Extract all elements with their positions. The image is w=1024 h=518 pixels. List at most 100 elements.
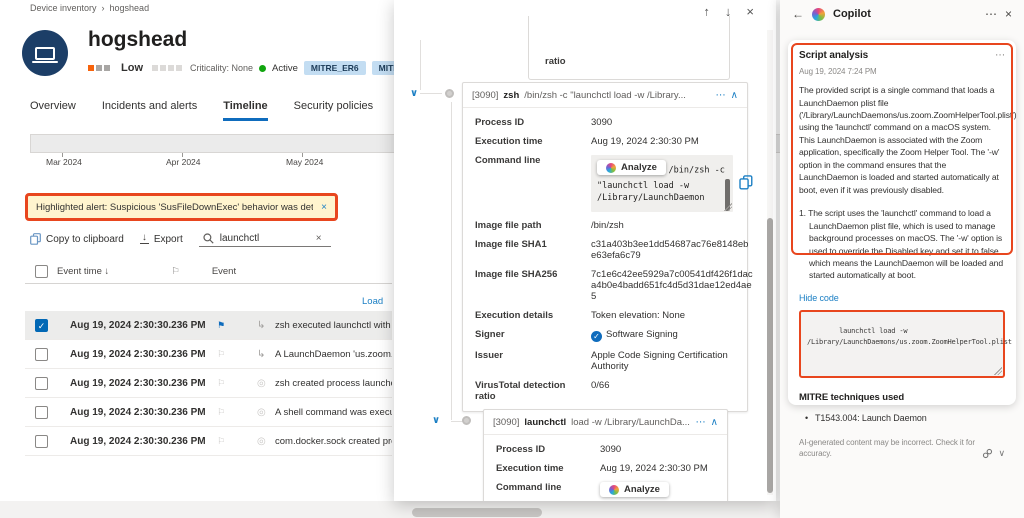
flag-outline-icon[interactable]: ⚐: [217, 378, 257, 389]
risk-label: Low: [121, 62, 143, 74]
field-label: Command line: [496, 482, 562, 493]
search-icon: [203, 233, 214, 244]
process-card-launchctl: [3090] launchctl load -w /Library/Launch…: [483, 409, 728, 501]
more-actions-icon[interactable]: ⋯: [716, 90, 726, 101]
export-button[interactable]: ↓ Export: [139, 231, 183, 245]
search-clear-icon[interactable]: ×: [316, 233, 322, 244]
event-header[interactable]: Event: [212, 266, 236, 277]
risk-square: [104, 65, 110, 71]
partial-field-label: ratio: [545, 56, 566, 67]
flag-outline-icon[interactable]: ⚐: [217, 349, 257, 360]
analyze-button[interactable]: Analyze: [600, 482, 669, 497]
link-icon[interactable]: [982, 448, 993, 459]
copilot-logo-icon: [606, 162, 616, 173]
axis-label-may: May 2024: [286, 157, 324, 167]
load-link[interactable]: Load: [362, 296, 383, 307]
row-checkbox[interactable]: [35, 376, 48, 390]
copilot-header: ← Copilot ⋯ ×: [780, 0, 1024, 28]
table-row[interactable]: ✓ Aug 19, 2024 2:30:30.236 PM ⚑ ↳ zsh ex…: [25, 311, 392, 340]
resize-grip-icon[interactable]: [724, 203, 732, 212]
tag-mitre-er6[interactable]: MITRE_ER6: [303, 61, 366, 75]
collapse-card-icon[interactable]: ∧: [731, 90, 738, 101]
timeline-toolbar: Copy to clipboard ↓ Export ×: [30, 231, 331, 247]
copilot-close-icon[interactable]: ×: [1005, 7, 1012, 21]
analyzed-code-block[interactable]: launchctl load -w /Library/LaunchDaemons…: [799, 309, 1012, 379]
breadcrumb-parent[interactable]: Device inventory: [30, 3, 97, 13]
field-label: Execution details: [475, 310, 554, 322]
copilot-logo-icon: [609, 484, 619, 495]
tab-security-policies[interactable]: Security policies: [294, 100, 373, 121]
event-time-header[interactable]: Event time ↓: [57, 266, 109, 277]
table-row[interactable]: Aug 19, 2024 2:30:30.236 PM ⚐ ↳ A Launch…: [25, 340, 392, 369]
field-label: Execution time: [475, 136, 543, 147]
tab-bar: Overview Incidents and alerts Timeline S…: [30, 100, 452, 121]
row-checkbox[interactable]: [35, 434, 48, 448]
flag-outline-icon[interactable]: ⚐: [217, 407, 257, 418]
script-analysis-title: Script analysis: [799, 50, 869, 61]
table-row[interactable]: Aug 19, 2024 2:30:30.236 PM ⚐ ◎ com.dock…: [25, 427, 392, 456]
tab-overview[interactable]: Overview: [30, 100, 76, 121]
alert-close-icon[interactable]: ×: [321, 202, 327, 213]
risk-meter-empty: [152, 63, 184, 73]
copilot-more-icon[interactable]: ⋯: [985, 7, 997, 21]
analysis-timestamp: Aug 19, 2024 7:24 PM: [799, 66, 877, 76]
flag-filled-icon[interactable]: ⚑: [217, 320, 257, 331]
signer-value: Software Signing: [606, 329, 678, 341]
device-avatar: [22, 30, 68, 76]
flyout-close-icon[interactable]: ×: [746, 4, 754, 19]
tree-node-dot: [445, 89, 454, 98]
analysis-list-item: 1. The script uses the 'launchctl' comma…: [799, 208, 1004, 281]
analysis-paragraph: The provided script is a single command …: [799, 85, 1017, 195]
ai-disclaimer: AI-generated content may be incorrect. C…: [799, 438, 1006, 460]
previous-process-card-partial[interactable]: ratio: [528, 16, 730, 80]
copy-command-icon[interactable]: [739, 175, 753, 190]
copy-to-clipboard-button[interactable]: Copy to clipboard: [30, 233, 124, 245]
sort-desc-icon: ↓: [104, 266, 110, 277]
criticality-label: Criticality: None: [190, 63, 254, 73]
circle-event-icon: ◎: [257, 406, 266, 418]
virustotal-ratio-link[interactable]: 0/66: [591, 380, 753, 391]
process-event-icon: ↳: [257, 348, 266, 360]
analyze-button[interactable]: Analyze: [597, 160, 666, 175]
search-input[interactable]: [219, 233, 310, 244]
export-icon: ↓: [141, 231, 147, 243]
table-row[interactable]: Aug 19, 2024 2:30:30.236 PM ⚐ ◎ A shell …: [25, 398, 392, 427]
horizontal-scrollbar[interactable]: [412, 508, 542, 517]
resize-grip-icon[interactable]: [994, 367, 1002, 376]
flag-column-icon[interactable]: ⚐: [171, 266, 180, 277]
process-card-zsh: [3090] zsh /bin/zsh -c "launchctl load -…: [462, 82, 753, 413]
field-label: Image file path: [475, 220, 542, 232]
copilot-logo-icon: [812, 7, 825, 21]
card-more-icon[interactable]: ⋯: [995, 49, 1005, 64]
collapse-node-icon[interactable]: ∨: [432, 415, 440, 426]
process-card-header[interactable]: [3090] zsh /bin/zsh -c "launchctl load -…: [463, 83, 747, 108]
command-line-block[interactable]: Analyze /bin/zsh -c "launchctl load -w /…: [591, 155, 733, 213]
flag-outline-icon[interactable]: ⚐: [217, 436, 257, 447]
collapse-node-icon[interactable]: ∨: [410, 88, 418, 99]
execution-details-value: Token elevation: None: [591, 310, 686, 322]
row-checkbox[interactable]: [35, 347, 48, 361]
field-label: Image file SHA256: [475, 269, 558, 281]
issuer-value: Apple Code Signing Certification Authori…: [591, 350, 728, 373]
risk-square: [88, 65, 94, 71]
row-checkbox[interactable]: [35, 405, 48, 419]
collapse-card-icon[interactable]: ∧: [711, 417, 718, 428]
chevron-down-icon[interactable]: ∨: [999, 447, 1006, 460]
execution-time-value: Aug 19, 2024 2:30:30 PM: [591, 136, 699, 147]
tab-incidents-and-alerts[interactable]: Incidents and alerts: [102, 100, 197, 121]
breadcrumb-chevron-icon: ›: [101, 3, 105, 13]
table-row[interactable]: Aug 19, 2024 2:30:30.236 PM ⚐ ◎ zsh crea…: [25, 369, 392, 398]
tab-timeline[interactable]: Timeline: [223, 100, 268, 121]
sha256-value: 7c1e6c42ee5929a7c00541df426f1daca4b0e4ba…: [591, 269, 753, 303]
copilot-title: Copilot: [833, 8, 871, 20]
hide-code-link[interactable]: Hide code: [799, 292, 839, 305]
more-actions-icon[interactable]: ⋯: [696, 417, 706, 428]
field-label: Signer: [475, 329, 505, 341]
select-all-checkbox[interactable]: [35, 265, 48, 278]
flyout-scrollbar[interactable]: [767, 218, 773, 493]
back-icon[interactable]: ←: [792, 7, 804, 21]
process-card-header[interactable]: [3090] launchctl load -w /Library/Launch…: [484, 410, 727, 435]
laptop-icon: [32, 46, 58, 63]
timeline-search[interactable]: ×: [198, 231, 331, 247]
row-checkbox-checked[interactable]: ✓: [35, 318, 48, 332]
